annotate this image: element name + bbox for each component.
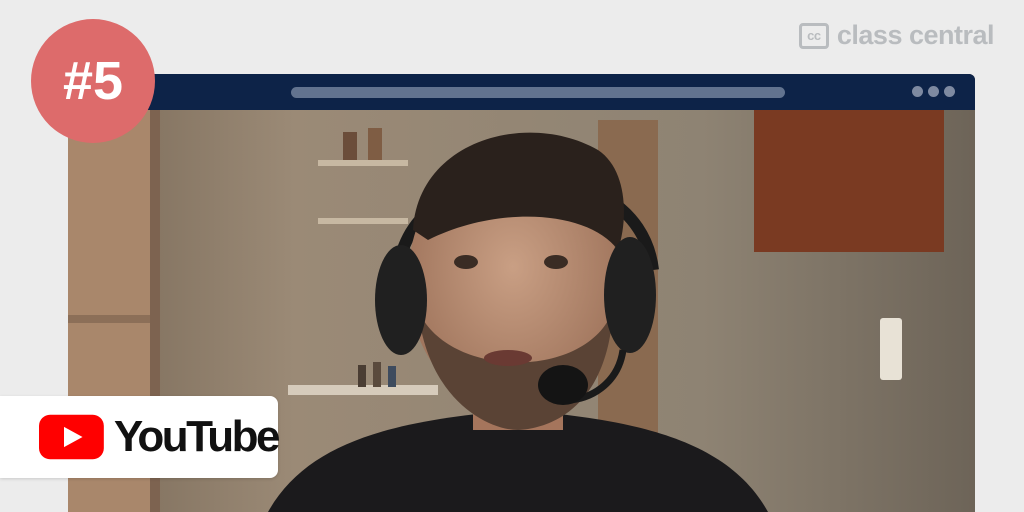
window-title-bar [68,74,975,110]
class-central-icon: cc [798,22,829,49]
youtube-platform-card: YouTube [0,396,281,478]
window-menu-dot [912,86,923,97]
window-menu-dot [928,86,939,97]
youtube-wordmark: YouTube [113,412,281,461]
youtube-play-icon [39,414,104,460]
class-central-logo: cc class central [798,20,995,51]
window-menu-dot [944,86,955,97]
rank-badge: #5 [31,19,155,143]
address-bar [291,87,785,98]
class-central-wordmark: class central [836,20,995,50]
